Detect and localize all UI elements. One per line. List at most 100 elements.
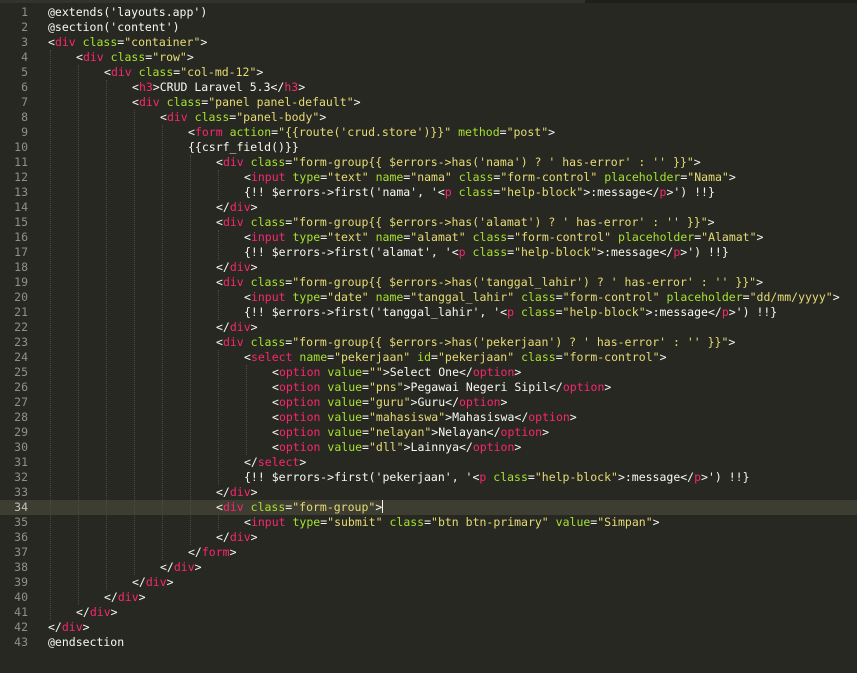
code-line[interactable]: 16 <input type="text" name="alamat" class… — [0, 230, 857, 245]
line-code[interactable]: <div class="form-group{{ $errors->has('a… — [216, 215, 715, 230]
code-line[interactable]: 13 {!! $errors->first('nama', '<p class="… — [0, 185, 857, 200]
code-line[interactable]: 5 <div class="col-md-12"> — [0, 65, 857, 80]
line-code[interactable]: {!! $errors->first('alamat', '<p class="… — [244, 245, 729, 260]
line-code[interactable]: </div> — [104, 590, 146, 605]
line-code[interactable]: <input type="text" name="alamat" class="… — [244, 230, 763, 245]
tab-active[interactable] — [0, 0, 585, 3]
code-line[interactable]: 42 </div> — [0, 620, 857, 635]
line-code[interactable]: <option value="">Select One</option> — [272, 365, 521, 380]
line-code[interactable]: <div class="col-md-12"> — [104, 65, 263, 80]
code-line[interactable]: 22 </div> — [0, 320, 857, 335]
code-line[interactable]: 7 <div class="panel panel-default"> — [0, 95, 857, 110]
line-code[interactable]: <input type="submit" class="btn btn-prim… — [244, 515, 660, 530]
code-line[interactable]: 19 <div class="form-group{{ $errors->has(… — [0, 275, 857, 290]
code-line[interactable]: 3 <div class="container"> — [0, 35, 857, 50]
line-code[interactable]: <option value="mahasiswa">Mahasiswa</opt… — [272, 410, 577, 425]
code-line[interactable]: 12 <input type="text" name="nama" class="… — [0, 170, 857, 185]
code-line[interactable]: 34 <div class="form-group"> — [0, 500, 857, 515]
code-line[interactable]: 40 </div> — [0, 590, 857, 605]
code-line[interactable]: 30 <option value="dll">Lainnya</option> — [0, 440, 857, 455]
line-code[interactable]: </div> — [216, 485, 258, 500]
line-code[interactable]: </select> — [244, 455, 306, 470]
code-line[interactable]: 41 </div> — [0, 605, 857, 620]
indent-guide — [218, 290, 219, 320]
line-number: 32 — [14, 470, 28, 484]
line-code[interactable]: @endsection — [48, 635, 124, 650]
tab-bar[interactable] — [0, 0, 857, 3]
line-code[interactable]: <option value="nelayan">Nelayan</option> — [272, 425, 549, 440]
code-line[interactable]: 32 {!! $errors->first('pekerjaan', '< p cl… — [0, 470, 857, 485]
line-code[interactable]: <div class="form-group{{ $errors->has('n… — [216, 155, 701, 170]
code-line[interactable]: 20 <input type = "date" name = "tanggal_lahir… — [0, 290, 857, 305]
code-line[interactable]: 35 <input type="submit" class="btn btn-pr… — [0, 515, 857, 530]
line-code[interactable]: {!! $errors->first('nama', '<p class="he… — [244, 185, 715, 200]
code-token: < — [216, 335, 223, 349]
line-code[interactable]: <select name="pekerjaan" id="pekerjaan" … — [244, 350, 667, 365]
line-code[interactable]: </div> — [76, 605, 118, 620]
line-code[interactable]: <div class="container"> — [48, 35, 207, 50]
code-line[interactable]: 15 <div class="form-group{{ $errors->has(… — [0, 215, 857, 230]
code-line[interactable]: 31 </select> — [0, 455, 857, 470]
code-line[interactable]: 6 <h3>CRUD Laravel 5.3</h3> — [0, 80, 857, 95]
line-code[interactable]: <div class="panel panel-default"> — [132, 95, 361, 110]
line-code[interactable]: {!! $errors->first('pekerjaan', '< p clas… — [244, 470, 750, 485]
code-line[interactable]: 4 <div class="row"> — [0, 50, 857, 65]
code-line[interactable]: 38 </div> — [0, 560, 857, 575]
code-token: div — [138, 95, 160, 109]
code-token: "Alamat" — [701, 230, 757, 244]
code-line[interactable]: 14 </div> — [0, 200, 857, 215]
code-editor[interactable]: 1 @extends('layouts.app') 2 @section('conte… — [0, 5, 857, 673]
line-code[interactable]: <h3>CRUD Laravel 5.3</h3> — [132, 80, 305, 95]
code-line[interactable]: 21 {!! $errors->first('tanggal_lahir', '<… — [0, 305, 857, 320]
code-line[interactable]: 8 <div class="panel-body"> — [0, 110, 857, 125]
code-line[interactable]: 24 <select name="pekerjaan" id="pekerjaan… — [0, 350, 857, 365]
code-token: class — [250, 215, 286, 229]
indent-guide — [218, 170, 219, 200]
line-code[interactable]: <div class="form-group{{ $errors->has('t… — [216, 275, 763, 290]
line-code[interactable]: <input type="text" name="nama" class="fo… — [244, 170, 736, 185]
line-code[interactable]: </div> — [48, 620, 90, 635]
line-code[interactable]: <option value="pns">Pegawai Negeri Sipil… — [272, 380, 611, 395]
line-code[interactable]: </div> — [132, 575, 174, 590]
code-line[interactable]: 23 <div class="form-group{{ $errors->has(… — [0, 335, 857, 350]
code-line[interactable]: 10 {{csrf_field()}} — [0, 140, 857, 155]
code-line[interactable]: 25 <option value="">Select One</option> — [0, 365, 857, 380]
line-code[interactable]: {{csrf_field()}} — [188, 140, 299, 155]
code-line[interactable]: 9 <form action = "{{route('crud.store')}}" … — [0, 125, 857, 140]
code-line[interactable]: 36 </div> — [0, 530, 857, 545]
code-line[interactable]: 37 </form> — [0, 545, 857, 560]
code-line[interactable]: 2 @section('content') — [0, 20, 857, 35]
line-code[interactable]: <form action = "{{route('crud.store')}}" m… — [188, 125, 555, 140]
code-line[interactable]: 18 </div> — [0, 260, 857, 275]
line-code[interactable]: <option value="guru">Guru</option> — [272, 395, 507, 410]
code-line[interactable]: 43 @endsection — [0, 635, 857, 650]
code-token: "Nama" — [687, 170, 729, 184]
line-code[interactable]: {!! $errors->first('tanggal_lahir', '<p … — [244, 305, 777, 320]
line-code[interactable]: </div> — [216, 200, 258, 215]
line-code[interactable]: </div> — [216, 530, 258, 545]
code-line[interactable]: 17 {!! $errors->first('alamat', '<p class… — [0, 245, 857, 260]
code-token: name — [375, 170, 404, 184]
line-code[interactable]: @section('content') — [48, 20, 180, 35]
line-code[interactable]: <div class="form-group"> — [216, 500, 384, 515]
line-code[interactable]: @extends('layouts.app') — [48, 5, 207, 20]
line-code[interactable]: <option value="dll">Lainnya</option> — [272, 440, 521, 455]
code-line[interactable]: 28 <option value="mahasiswa">Mahasiswa</o… — [0, 410, 857, 425]
line-code[interactable]: <div class="panel-body"> — [160, 110, 326, 125]
line-code[interactable]: </div> — [160, 560, 202, 575]
code-line[interactable]: 33 </div> — [0, 485, 857, 500]
line-code[interactable]: <input type="date" name="tanggal_lahir" … — [244, 290, 840, 305]
code-line[interactable]: 39 </div> — [0, 575, 857, 590]
code-line[interactable]: 29 <option value="nelayan">Nelayan</optio… — [0, 425, 857, 440]
line-code[interactable]: <div class="form-group{{ $errors->has('p… — [216, 335, 735, 350]
code-line[interactable]: 26 <option value="pns">Pegawai Negeri Sip… — [0, 380, 857, 395]
line-code[interactable]: </div> — [216, 260, 258, 275]
line-code[interactable]: </form> — [188, 545, 237, 560]
line-code[interactable]: <div class="row"> — [76, 50, 194, 65]
code-token: </ — [216, 320, 230, 334]
code-line[interactable]: 27 <option value="guru">Guru</option> — [0, 395, 857, 410]
line-code[interactable]: </div> — [216, 320, 258, 335]
code-line[interactable]: 11 <div class="form-group{{ $errors->has(… — [0, 155, 857, 170]
code-line[interactable]: 1 @extends('layouts.app') — [0, 5, 857, 20]
